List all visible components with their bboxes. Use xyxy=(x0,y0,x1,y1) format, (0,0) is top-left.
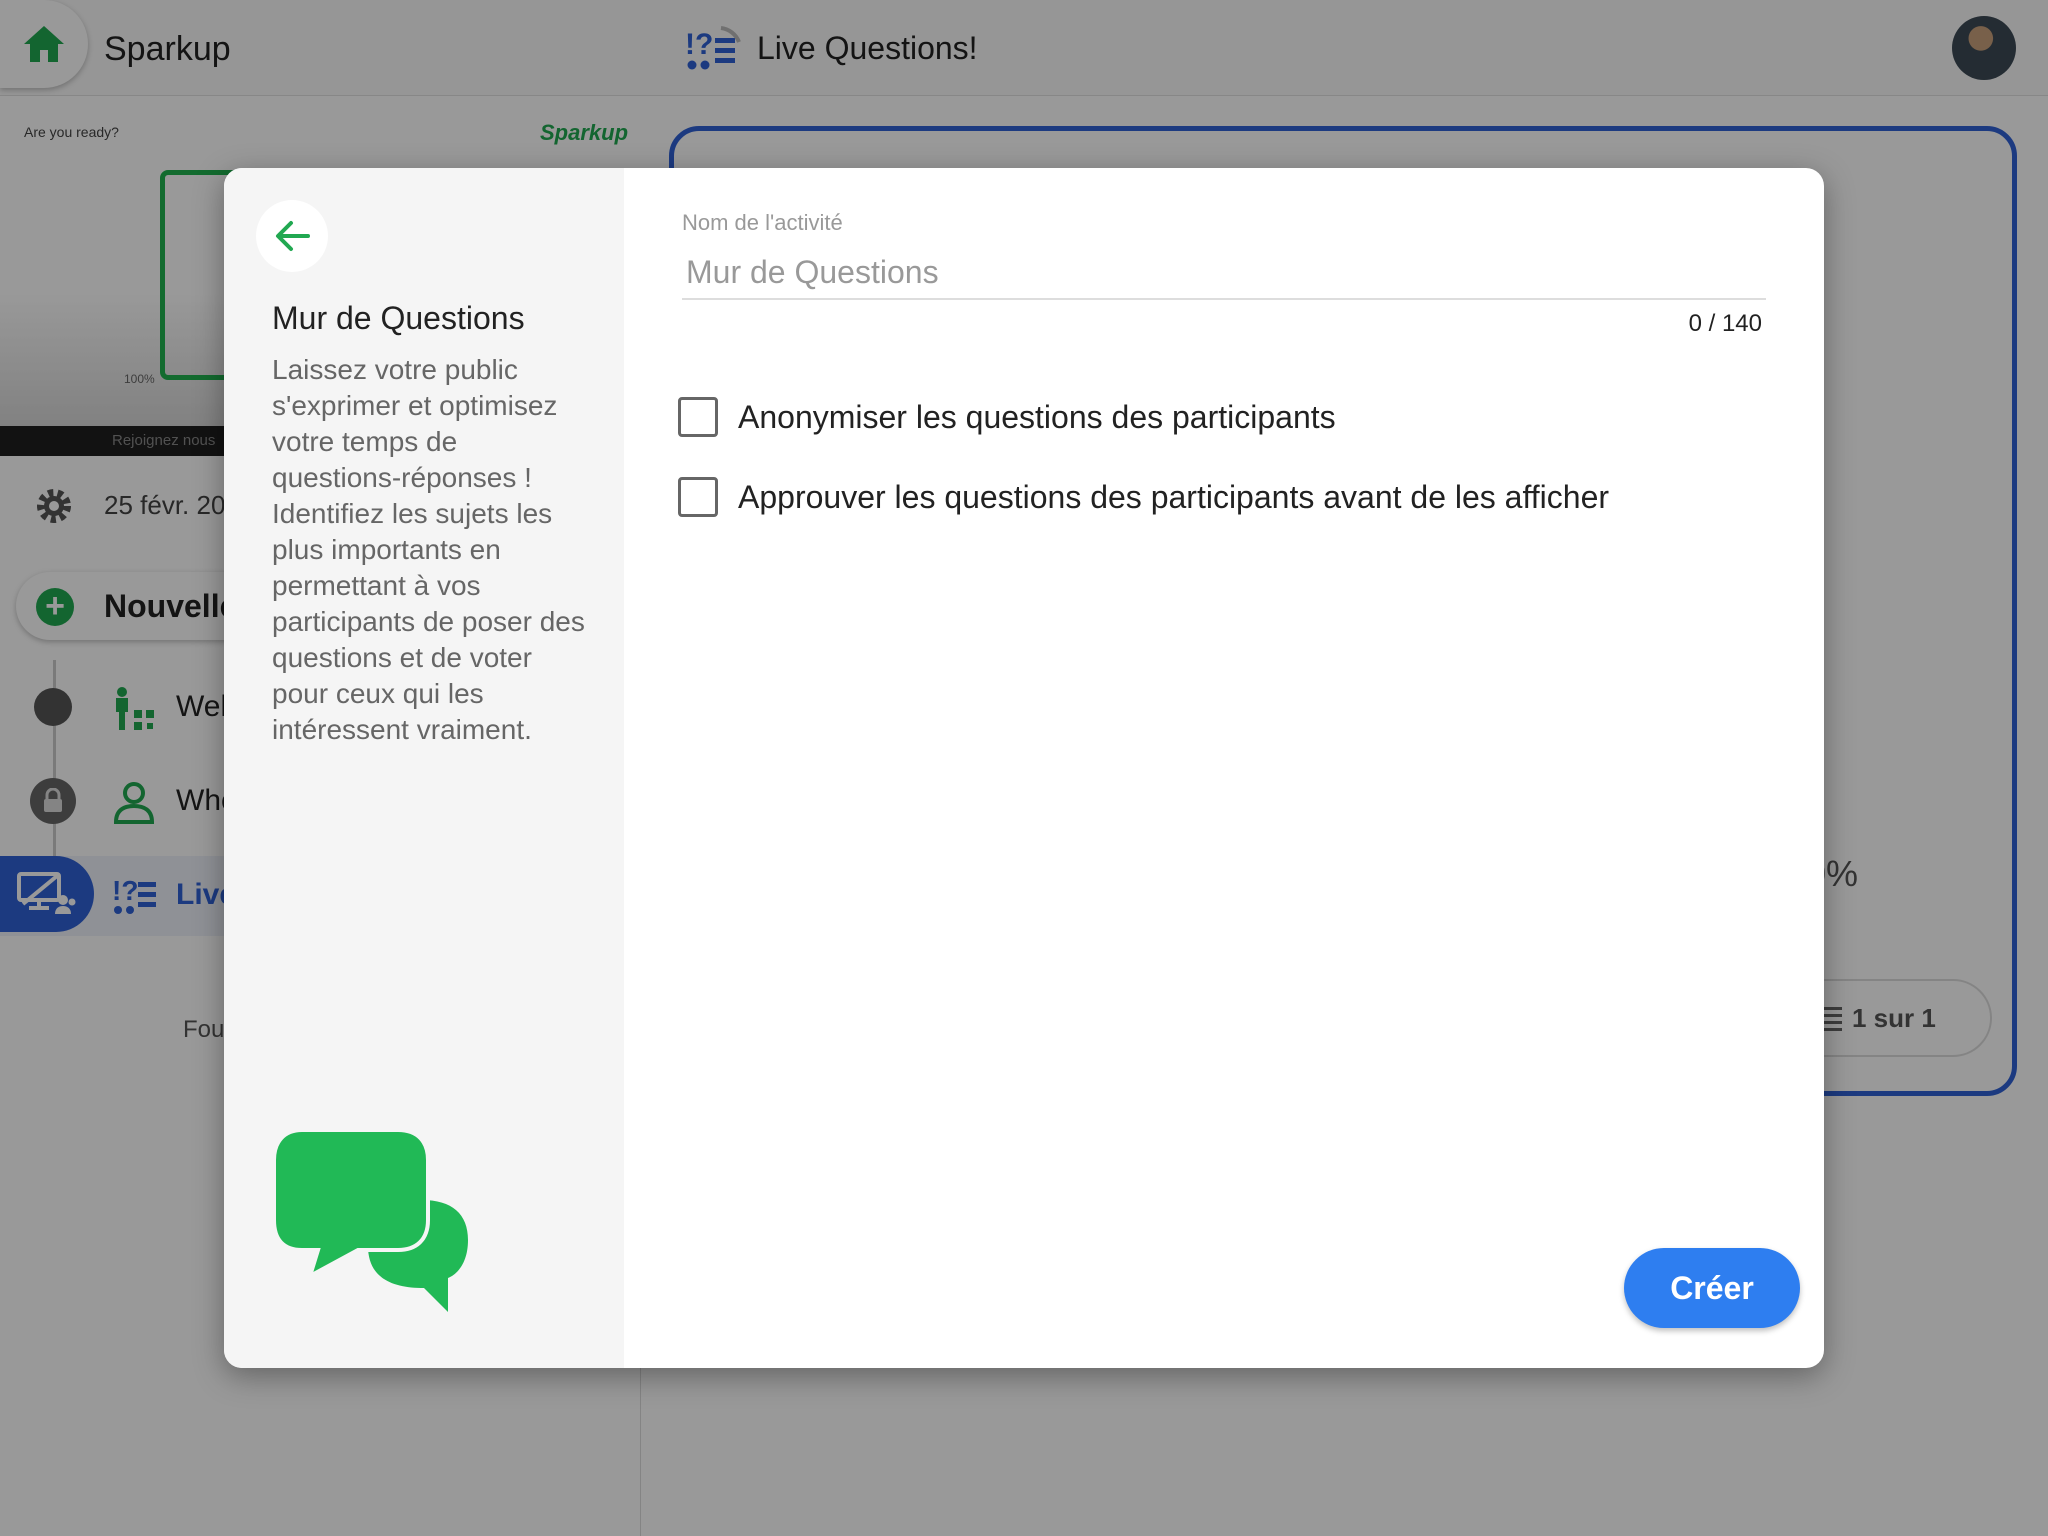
option-approve[interactable]: Approuver les questions des participants… xyxy=(678,472,1609,522)
activity-type-title: Mur de Questions xyxy=(272,300,525,336)
dialog-info-panel: Mur de Questions Laissez votre public s'… xyxy=(224,168,624,1368)
create-button[interactable]: Créer xyxy=(1624,1248,1800,1328)
anonymize-label[interactable]: Anonymiser les questions des participant… xyxy=(738,399,1336,436)
speech-bubbles-icon xyxy=(272,1128,468,1312)
option-anonymize[interactable]: Anonymiser les questions des participant… xyxy=(678,392,1336,442)
create-activity-dialog: Mur de Questions Laissez votre public s'… xyxy=(224,168,1824,1368)
character-counter: 0 / 140 xyxy=(1688,310,1762,337)
activity-name-input[interactable] xyxy=(682,246,1766,300)
approve-checkbox[interactable] xyxy=(678,477,718,517)
approve-label[interactable]: Approuver les questions des participants… xyxy=(738,479,1609,516)
dialog-form: Nom de l'activité 0 / 140 Anonymiser les… xyxy=(624,168,1824,1368)
activity-type-description: Laissez votre public s'exprimer et optim… xyxy=(272,354,585,745)
back-button[interactable] xyxy=(256,200,328,272)
activity-name-label: Nom de l'activité xyxy=(682,210,843,235)
anonymize-checkbox[interactable] xyxy=(678,397,718,437)
arrow-left-icon xyxy=(276,221,310,251)
